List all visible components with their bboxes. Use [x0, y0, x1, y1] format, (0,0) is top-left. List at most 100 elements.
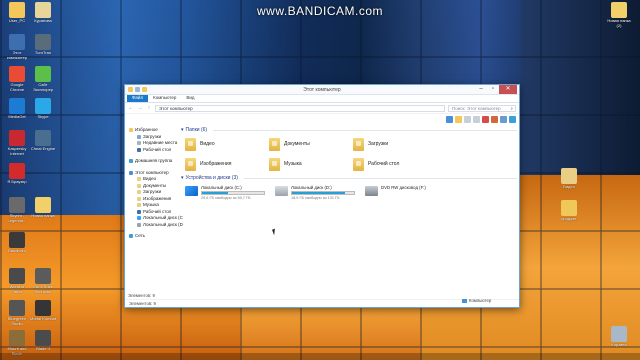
desktop-icon-l-14[interactable]: World of Tanks: [4, 268, 30, 294]
app-icon: [9, 98, 25, 114]
desktop-icon-l-10[interactable]: Я.Браузер: [4, 163, 30, 185]
desktop-icon-label: Skype: [37, 114, 49, 119]
drive-usage-bar: [291, 191, 355, 195]
folder-item[interactable]: Изображения: [185, 157, 269, 171]
window-controls: – ▫ ✕: [475, 85, 517, 94]
quick-toolbar: [446, 116, 516, 123]
images-folder-icon: [137, 196, 141, 201]
desktop-folder-icon: [137, 209, 141, 214]
search-icon[interactable]: ⌕: [510, 106, 513, 112]
desktop-icon-l-7[interactable]: Skype: [30, 98, 56, 120]
desktop-icon-r-1[interactable]: Видео: [556, 168, 582, 190]
desktop-icon-label: Cheat Engine: [30, 146, 56, 151]
app-icon: [561, 200, 577, 216]
folder-item[interactable]: Рабочий стол: [353, 157, 437, 171]
settings-icon[interactable]: [500, 116, 507, 123]
status-item-count: Элементов: 9: [129, 301, 156, 306]
file-explorer-window[interactable]: Этот компьютер – ▫ ✕ Файл Компьютер Вид …: [124, 84, 520, 308]
drive-usage-bar: [201, 191, 265, 195]
maximize-button[interactable]: ▫: [487, 85, 499, 94]
folder-label: Документы: [284, 141, 310, 147]
collapse-chevron-icon[interactable]: ▾: [181, 127, 184, 133]
minimize-button[interactable]: –: [475, 85, 487, 94]
app-icon: [35, 300, 51, 316]
app-icon: [9, 163, 25, 179]
properties-icon[interactable]: [491, 116, 498, 123]
app-icon: [35, 197, 51, 213]
delete-icon[interactable]: [482, 116, 489, 123]
desktop-icon-label: Новая папка (2): [607, 18, 631, 28]
close-button[interactable]: ✕: [499, 85, 517, 94]
desktop-icon-r-3[interactable]: Корзина: [606, 326, 632, 348]
desktop-icon-l-13[interactable]: Bandicam: [4, 232, 30, 254]
desktop-icon-l-12[interactable]: Новая папка: [30, 197, 56, 219]
desktop-icon-l-5[interactable]: Сайт Эксплорер: [30, 66, 56, 92]
desktop-icon-r-0[interactable]: Новая папка (2): [606, 2, 632, 28]
address-bar[interactable]: Этот компьютер: [155, 104, 445, 112]
desktop-icon-l-19[interactable]: Blade II: [30, 330, 56, 352]
paste-icon[interactable]: [473, 116, 480, 123]
desktop-icon-label: проджет: [561, 216, 577, 221]
globe-icon[interactable]: [509, 116, 516, 123]
title-bar[interactable]: Этот компьютер – ▫ ✕: [125, 85, 519, 95]
folders-grid: Видео Документы Загрузки Изображения Музыка Р…: [181, 133, 517, 175]
desktop-icon-label: Bluegreen Studio: [7, 316, 27, 326]
desktop-icon-label: World of Tanks: [9, 284, 25, 294]
folder-item[interactable]: Музыка: [269, 157, 353, 171]
desktop-icon-l-4[interactable]: Google Chrome: [4, 66, 30, 92]
star-icon: [129, 128, 133, 133]
desktop-icon-l-2[interactable]: Этот компьютер: [4, 34, 30, 60]
desktop-icon-l-6[interactable]: MediaGet: [4, 98, 30, 120]
folder-item[interactable]: Видео: [185, 137, 269, 151]
documents-folder-icon: [137, 183, 141, 188]
desktop-icon-l-1[interactable]: Куранова: [30, 2, 56, 24]
drive-free-space: 18,9 ГБ свободно из 131 ГБ: [291, 196, 340, 200]
back-arrow-icon[interactable]: ←: [128, 105, 134, 111]
collapse-chevron-icon[interactable]: ▾: [181, 175, 184, 181]
app-icon: [35, 34, 51, 50]
computer-icon: [462, 298, 467, 303]
window-title: Этот компьютер: [303, 87, 341, 93]
search-input[interactable]: Поиск: Этот компьютер ⌕: [448, 104, 516, 112]
forward-arrow-icon[interactable]: →: [137, 105, 143, 111]
app-icon: [9, 130, 25, 146]
desktop-icon-label: Я.Браузер: [7, 179, 27, 184]
desktop-icon-l-15[interactable]: Euro Truck Simulator: [30, 268, 56, 294]
app-icon: [9, 330, 25, 346]
desktop-icon-r-2[interactable]: проджет: [556, 200, 582, 222]
desktop-icon-l-0[interactable]: User_PC: [4, 2, 30, 24]
desktop-icon-label: Kaspersky Internet: [7, 146, 27, 156]
tab-view[interactable]: Вид: [181, 94, 199, 102]
bandicam-watermark: www.BANDICAM.com: [256, 4, 383, 18]
desktop-icon-l-3[interactable]: TurnTran: [30, 34, 56, 56]
drive-item[interactable]: Локальный диск (C:) 29,6 ГБ свободно из 5…: [185, 185, 269, 201]
desktop-icon-l-17[interactable]: Mortal Kombat: [30, 300, 56, 322]
desktop-icon-l-11[interactable]: Skyrim - Legenda...: [4, 197, 30, 223]
copy-icon[interactable]: [464, 116, 471, 123]
drive-item[interactable]: DVD RW дисковод (F:): [365, 185, 449, 201]
app-icon: [561, 168, 577, 184]
desktop-icon-l-8[interactable]: Kaspersky Internet: [4, 130, 30, 156]
desktop-icon-l-16[interactable]: Bluegreen Studio: [4, 300, 30, 326]
app-icon: [611, 2, 627, 18]
tab-file[interactable]: Файл: [127, 94, 149, 102]
app-icon: [9, 268, 25, 284]
desktop-icon-label: Blade II: [36, 346, 50, 351]
desktop-icon-l-9[interactable]: Cheat Engine: [30, 130, 56, 152]
app-icon: [9, 66, 25, 82]
hard-drive-icon: [275, 186, 288, 196]
folder-icon[interactable]: [455, 116, 462, 123]
layout-icon[interactable]: [446, 116, 453, 123]
drive-item[interactable]: Локальный диск (D:) 18,9 ГБ свободно из 1…: [275, 185, 359, 201]
desktop-icon-label: Этот компьютер: [6, 50, 28, 60]
nav-network[interactable]: Сеть: [129, 233, 187, 240]
app-icon: [35, 66, 51, 82]
folder-item[interactable]: Загрузки: [353, 137, 437, 151]
tab-computer[interactable]: Компьютер: [148, 94, 181, 102]
folder-item[interactable]: Документы: [269, 137, 353, 151]
up-arrow-icon[interactable]: ↑: [146, 105, 152, 111]
drive-info: Локальный диск (C:) 29,6 ГБ свободно из 5…: [201, 185, 269, 201]
desktop-icon: [137, 147, 141, 152]
folder-icon: [353, 157, 364, 171]
details-item-count: Элементов: 9: [128, 293, 155, 298]
